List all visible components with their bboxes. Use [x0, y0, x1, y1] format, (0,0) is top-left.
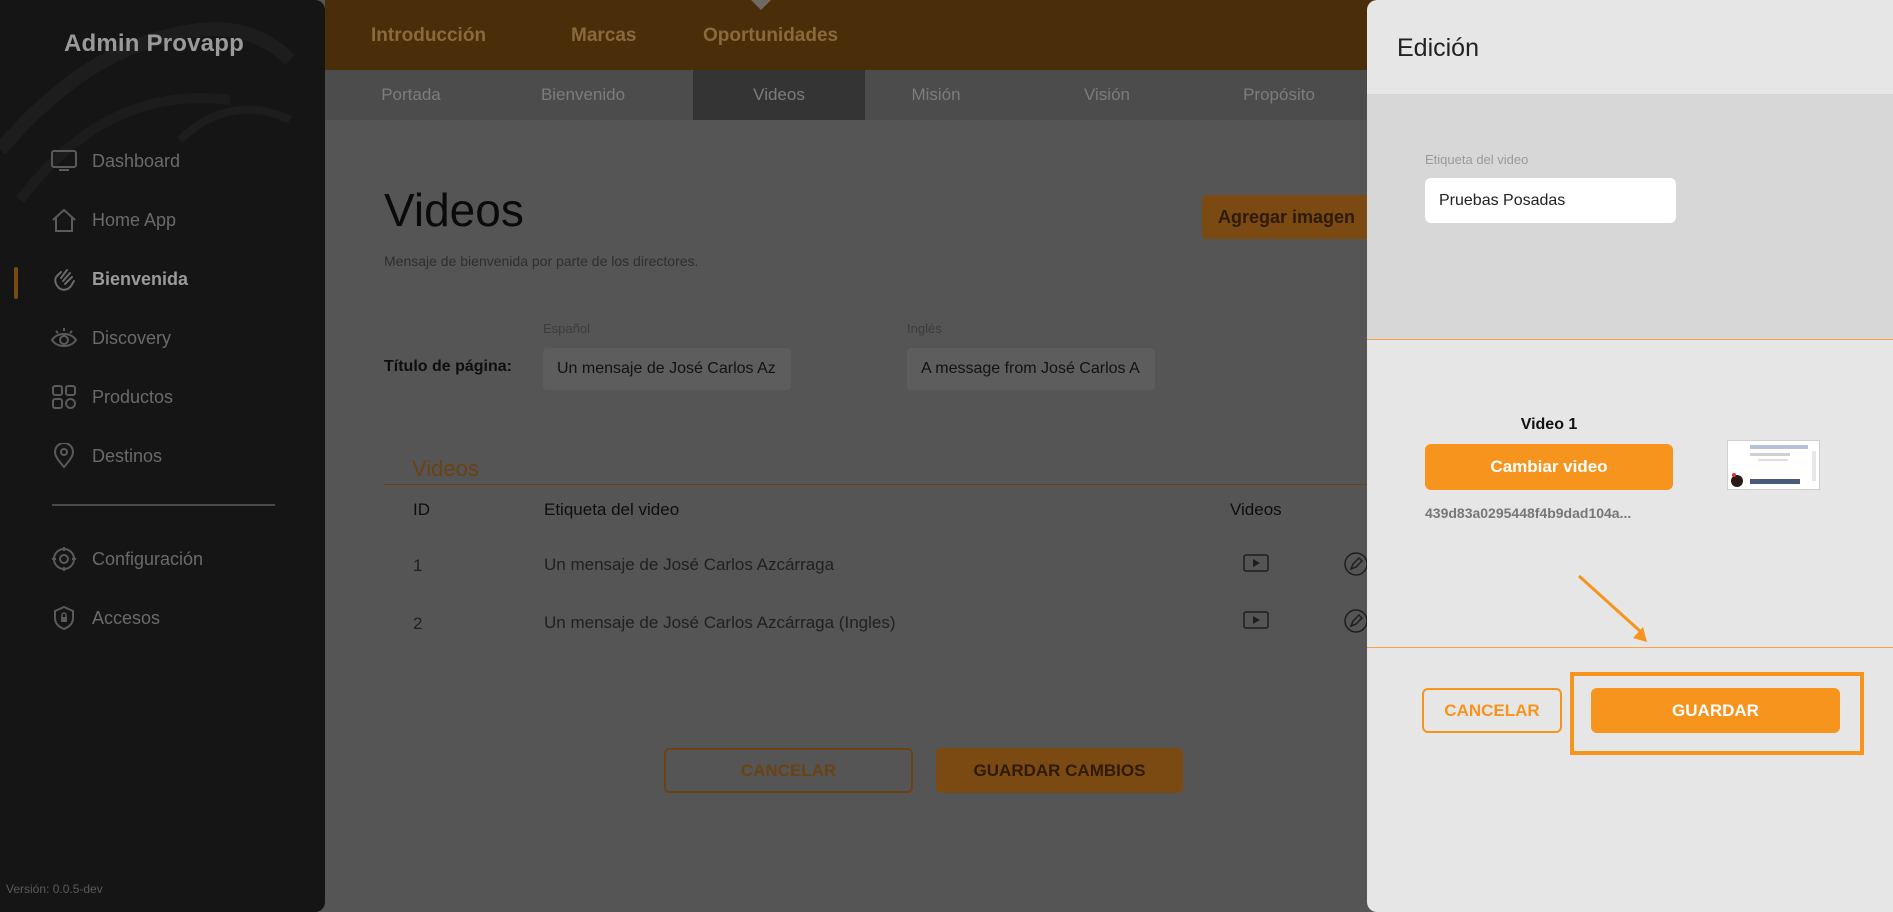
sidebar-item-label: Configuración — [92, 548, 204, 569]
save-changes-button[interactable]: GUARDAR CAMBIOS — [936, 748, 1183, 793]
sidebar-item-accesos[interactable]: Accesos — [50, 600, 160, 636]
eye-icon — [50, 324, 78, 352]
column-header-label: Etiqueta del video — [544, 500, 680, 519]
sidebar-item-configuracion[interactable]: Configuración — [50, 541, 203, 577]
sidebar-item-label: Home App — [92, 209, 177, 230]
title-english-input[interactable]: A message from José Carlos A — [907, 348, 1155, 390]
subnav-portada[interactable]: Portada — [325, 70, 497, 120]
subnav-mision[interactable]: Misión — [850, 70, 1022, 120]
video-filename: 439d83a0295448f4b9dad104a... — [1425, 505, 1632, 521]
cancel-button[interactable]: CANCELAR — [664, 748, 913, 793]
wave-hand-icon — [50, 265, 78, 293]
page-title-field-label: Título de página: — [384, 358, 512, 375]
panel-divider — [1367, 647, 1893, 648]
sidebar-item-dashboard[interactable]: Dashboard — [50, 143, 180, 179]
sidebar-item-destinos[interactable]: Destinos — [50, 438, 162, 474]
tab-introduccion[interactable]: Introducción — [371, 25, 486, 47]
active-indicator — [14, 267, 18, 299]
subnav-videos[interactable]: Videos — [693, 70, 865, 120]
subnav-proposito[interactable]: Propósito — [1193, 70, 1365, 120]
column-header-videos: Videos — [1230, 500, 1282, 519]
video-title: Video 1 — [1520, 416, 1578, 433]
play-video-icon[interactable] — [1243, 611, 1269, 629]
tab-oportunidades[interactable]: Oportunidades — [703, 25, 838, 47]
video-thumbnail[interactable] — [1727, 440, 1820, 490]
tab-marcas[interactable]: Marcas — [571, 25, 637, 47]
map-pin-icon — [50, 442, 78, 470]
edit-icon[interactable] — [1343, 551, 1369, 577]
spanish-label: Español — [543, 321, 590, 336]
video-label-input[interactable]: Pruebas Posadas — [1425, 178, 1676, 223]
panel-title: Edición — [1397, 34, 1479, 62]
sidebar-item-label: Accesos — [92, 607, 161, 628]
video-label-field-label: Etiqueta del video — [1425, 152, 1529, 167]
english-label: Inglés — [907, 321, 942, 336]
edit-icon[interactable] — [1343, 608, 1369, 634]
panel-save-button[interactable]: GUARDAR — [1591, 688, 1840, 733]
row-label: Un mensaje de José Carlos Azcárraga (Ing… — [544, 613, 896, 632]
brand-title: Admin Provapp — [64, 30, 244, 57]
shield-lock-icon — [50, 604, 78, 632]
column-header-id: ID — [413, 500, 430, 519]
subnav-vision[interactable]: Visión — [1021, 70, 1193, 120]
grid-icon — [50, 383, 78, 411]
annotation-arrow-icon — [1577, 574, 1647, 642]
row-id: 1 — [413, 556, 423, 575]
version-label: Versión: 0.0.5-dev — [6, 882, 103, 896]
panel-cancel-button[interactable]: CANCELAR — [1422, 688, 1562, 733]
title-spanish-input[interactable]: Un mensaje de José Carlos Az — [543, 348, 791, 390]
sidebar-item-label: Discovery — [92, 327, 172, 348]
sidebar-item-discovery[interactable]: Discovery — [50, 320, 171, 356]
sidebar-item-productos[interactable]: Productos — [50, 379, 173, 415]
row-label: Un mensaje de José Carlos Azcárraga — [544, 555, 835, 574]
sidebar-item-bienvenida[interactable]: Bienvenida — [50, 261, 188, 297]
videos-section-title: Videos — [412, 456, 479, 481]
sidebar: Admin Provapp Dashboard Home App Bienven… — [0, 0, 325, 912]
row-id: 2 — [413, 614, 423, 633]
sidebar-item-home-app[interactable]: Home App — [50, 202, 176, 238]
edit-panel: Edición Etiqueta del video Pruebas Posad… — [1367, 0, 1893, 912]
page-title: Videos — [384, 184, 524, 236]
play-video-icon[interactable] — [1243, 554, 1269, 572]
sidebar-item-label: Productos — [92, 386, 174, 407]
sidebar-item-label: Dashboard — [92, 150, 181, 171]
change-video-button[interactable]: Cambiar video — [1425, 444, 1673, 490]
monitor-icon — [50, 147, 78, 175]
home-icon — [50, 206, 78, 234]
section-divider — [384, 484, 1384, 485]
gear-icon — [50, 545, 78, 573]
sidebar-divider — [52, 504, 275, 506]
subnav-bienvenido[interactable]: Bienvenido — [497, 70, 669, 120]
active-tab-caret — [751, 0, 771, 10]
page-subtitle: Mensaje de bienvenida por parte de los d… — [384, 253, 699, 269]
sidebar-item-label: Destinos — [92, 445, 163, 466]
sidebar-item-label: Bienvenida — [92, 268, 189, 289]
